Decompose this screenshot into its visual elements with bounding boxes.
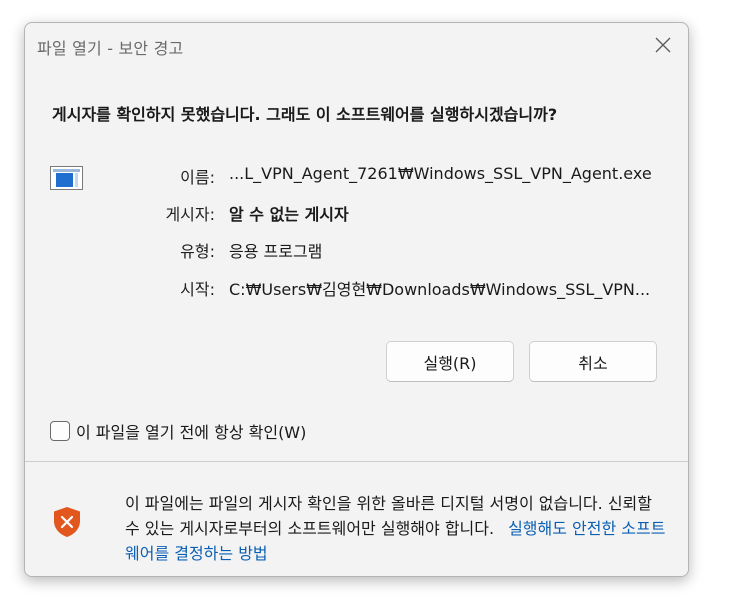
window-title: 파일 열기 - 보안 경고 — [37, 39, 184, 58]
title-bar: 파일 열기 - 보안 경고 — [25, 23, 688, 67]
info-row-type: 유형: 응용 프로그램 — [25, 238, 688, 262]
run-button[interactable]: 실행(R) — [386, 341, 514, 382]
always-ask-checkbox[interactable] — [50, 421, 70, 441]
always-ask-label[interactable]: 이 파일을 열기 전에 항상 확인(W) — [76, 419, 306, 443]
publisher-value: 알 수 없는 게시자 — [229, 205, 349, 224]
warning-footer: 이 파일에는 파일의 게시자 확인을 위한 올바른 디지털 서명이 없습니다. … — [25, 462, 688, 576]
file-name-value: ...L_VPN_Agent_7261₩Windows_SSL_VPN_Agen… — [229, 164, 652, 183]
from-path-value: C:₩Users₩김영현₩Downloads₩Windows_SSL_VPN..… — [229, 280, 651, 299]
run-confirmation-question: 게시자를 확인하지 못했습니다. 그래도 이 소프트웨어를 실행하시겠습니까? — [52, 105, 558, 124]
publisher-label: 게시자: — [165, 205, 215, 224]
from-label: 시작: — [180, 280, 215, 299]
always-ask-option[interactable]: 이 파일을 열기 전에 항상 확인(W) — [50, 419, 306, 443]
security-warning-dialog: 파일 열기 - 보안 경고 게시자를 확인하지 못했습니다. 그래도 이 소프트… — [24, 22, 689, 577]
security-shield-icon — [54, 507, 80, 537]
cancel-button[interactable]: 취소 — [529, 341, 657, 382]
type-label: 유형: — [180, 242, 215, 261]
info-row-publisher: 게시자: 알 수 없는 게시자 — [25, 201, 688, 225]
name-label: 이름: — [180, 168, 215, 187]
info-row-from: 시작: C:₩Users₩김영현₩Downloads₩Windows_SSL_V… — [25, 276, 688, 300]
warning-message: 이 파일에는 파일의 게시자 확인을 위한 올바른 디지털 서명이 없습니다. … — [125, 491, 670, 566]
close-icon — [655, 37, 671, 53]
type-value: 응용 프로그램 — [229, 242, 323, 261]
close-button[interactable] — [648, 31, 678, 59]
info-row-name: 이름: ...L_VPN_Agent_7261₩Windows_SSL_VPN_… — [25, 164, 688, 188]
